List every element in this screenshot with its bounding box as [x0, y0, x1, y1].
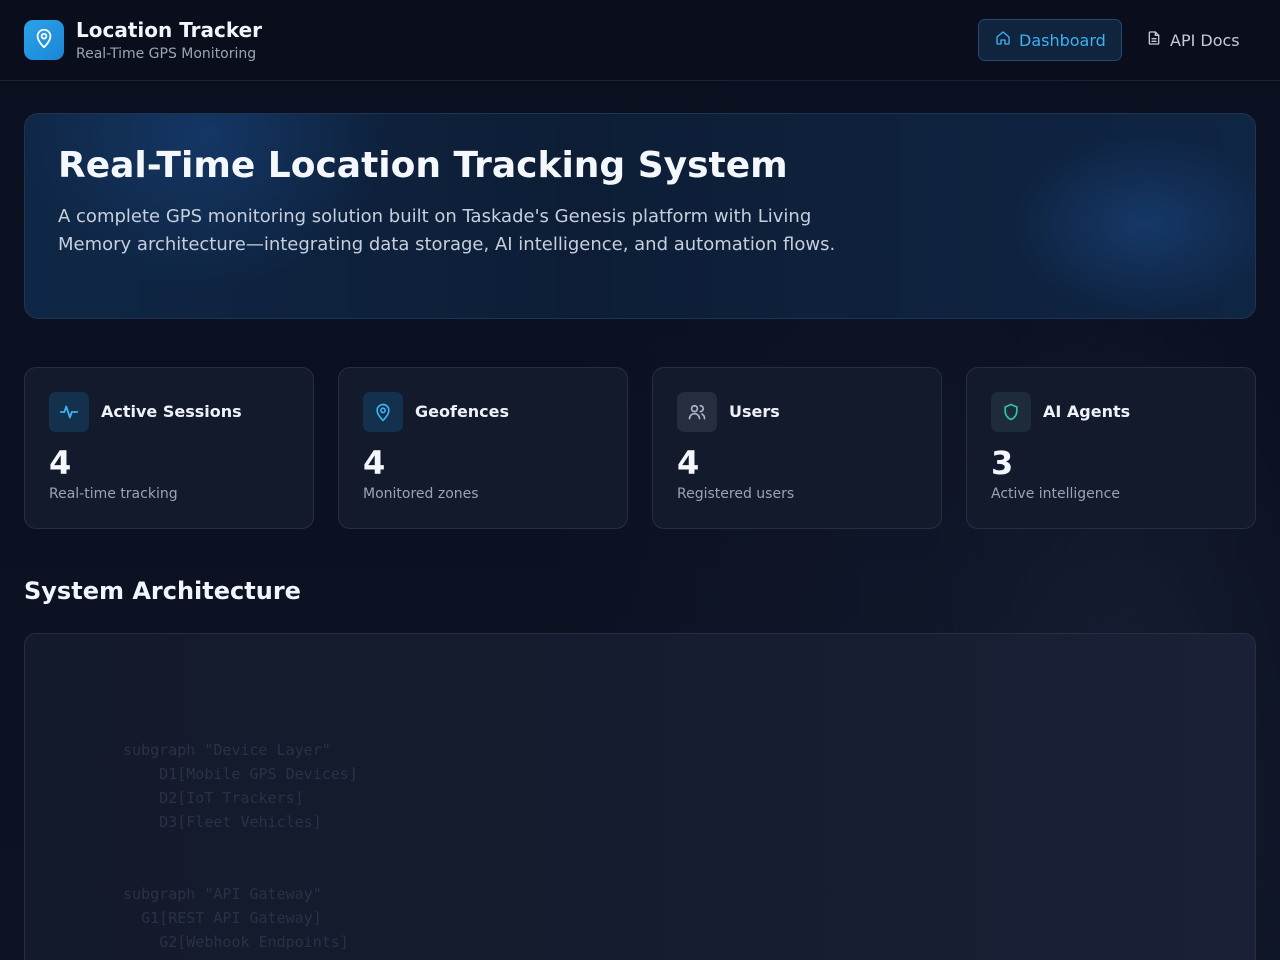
stat-card-users[interactable]: Users 4 Registered users	[652, 367, 942, 529]
stat-card-title: AI Agents	[1043, 402, 1131, 421]
architecture-code-line: D3[Fleet Vehicles]	[105, 813, 322, 831]
stat-card-title: Users	[729, 402, 780, 421]
nav-api-docs-button[interactable]: API Docs	[1130, 19, 1256, 61]
architecture-code-line: G2[Webhook Endpoints]	[105, 933, 349, 951]
map-pin-icon	[363, 392, 403, 432]
stat-card-subtitle: Registered users	[677, 486, 795, 502]
hero-banner: Real-Time Location Tracking System A com…	[24, 113, 1256, 319]
app-title: Location Tracker	[76, 18, 263, 42]
app-subtitle: Real-Time GPS Monitoring	[76, 46, 257, 62]
stat-card-subtitle: Active intelligence	[991, 486, 1120, 502]
hero-description: A complete GPS monitoring solution built…	[58, 206, 836, 255]
architecture-code-line	[105, 690, 358, 714]
architecture-code-line: subgraph "Device Layer"	[105, 741, 331, 759]
stat-card-title: Geofences	[415, 402, 510, 421]
stat-card-value: 4	[49, 444, 72, 482]
nav-dashboard-button[interactable]: Dashboard	[978, 19, 1122, 61]
document-icon	[1146, 30, 1162, 50]
architecture-diagram-panel: subgraph "Device Layer" D1[Mobile GPS De…	[24, 633, 1256, 960]
architecture-code-line: D1[Mobile GPS Devices]	[105, 765, 358, 783]
architecture-diagram-code: subgraph "Device Layer" D1[Mobile GPS De…	[105, 690, 358, 954]
shield-icon	[991, 392, 1031, 432]
activity-icon	[49, 392, 89, 432]
architecture-code-line: subgraph "API Gateway"	[105, 885, 322, 903]
home-icon	[995, 30, 1011, 50]
stat-card-subtitle: Real-time tracking	[49, 486, 178, 502]
map-pin-icon	[33, 27, 55, 53]
stat-card-geofences[interactable]: Geofences 4 Monitored zones	[338, 367, 628, 529]
architecture-code-line	[105, 834, 358, 858]
nav-dashboard-label: Dashboard	[1019, 30, 1106, 50]
stat-card-subtitle: Monitored zones	[363, 486, 479, 502]
hero-title: Real-Time Location Tracking System	[58, 145, 788, 186]
architecture-code-line	[105, 858, 358, 882]
stat-card-title: Active Sessions	[101, 402, 242, 421]
top-navigation-bar: Location Tracker Real-Time GPS Monitorin…	[0, 0, 1280, 81]
architecture-section-title: System Architecture	[24, 577, 301, 605]
app-logo[interactable]	[24, 20, 64, 60]
stat-card-ai-agents[interactable]: AI Agents 3 Active intelligence	[966, 367, 1256, 529]
stat-card-active-sessions[interactable]: Active Sessions 4 Real-time tracking	[24, 367, 314, 529]
architecture-code-line: G1[REST API Gateway]	[105, 909, 322, 927]
stat-card-value: 3	[991, 444, 1014, 482]
architecture-code-line: D2[IoT Trackers]	[105, 789, 304, 807]
stat-card-value: 4	[363, 444, 386, 482]
users-icon	[677, 392, 717, 432]
architecture-code-line	[105, 714, 358, 738]
nav-api-docs-label: API Docs	[1170, 30, 1240, 50]
stat-card-value: 4	[677, 444, 700, 482]
